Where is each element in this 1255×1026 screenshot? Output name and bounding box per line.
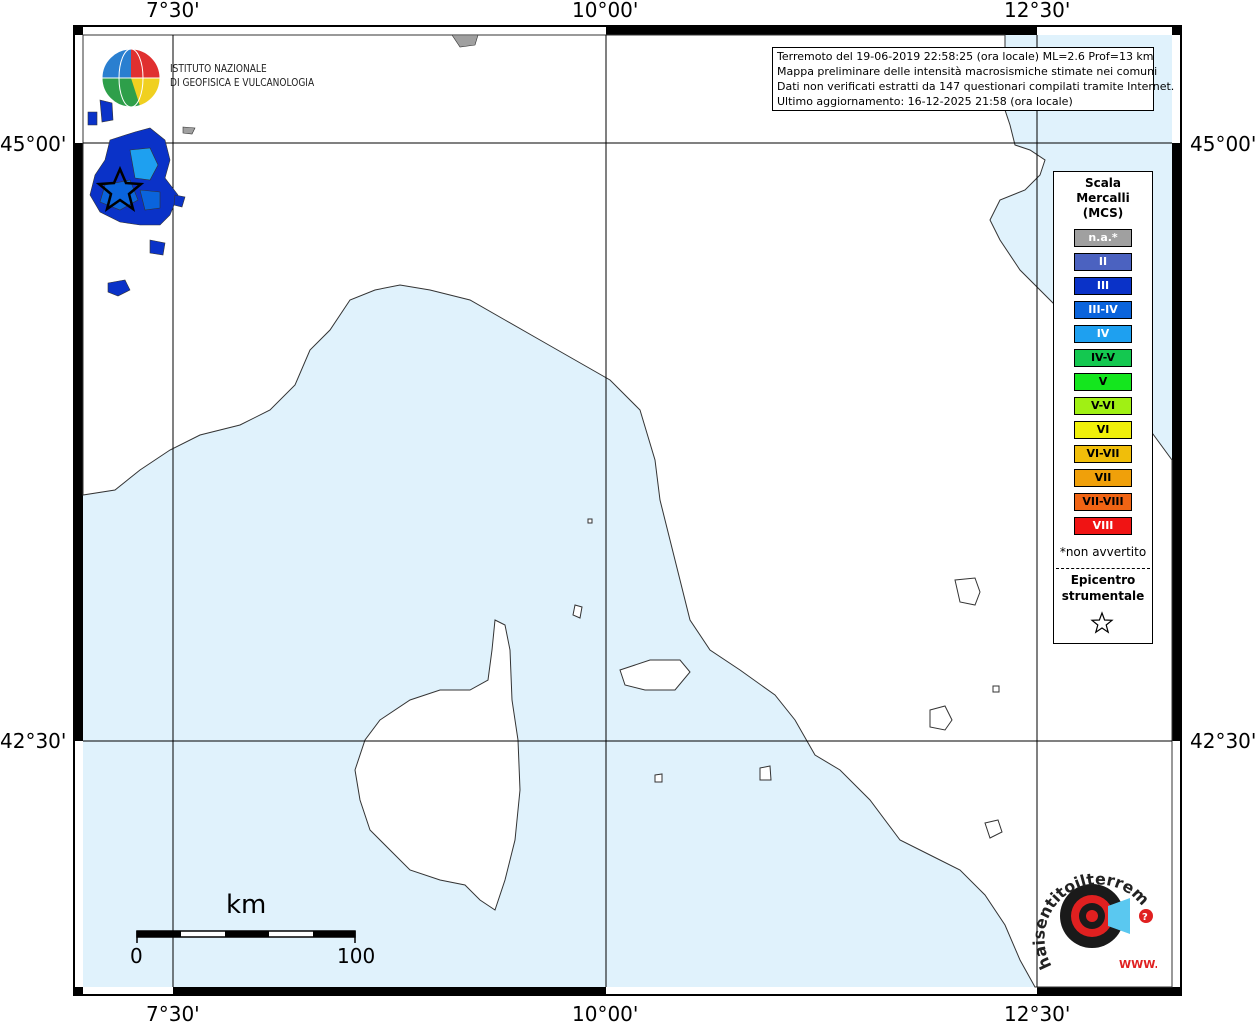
top-axis-label-1: 7°30' <box>146 0 200 22</box>
legend-swatch-0: n.a.* <box>1074 229 1132 247</box>
legend-swatch-5: IV-V <box>1074 349 1132 367</box>
top-axis-label-2: 10°00' <box>572 0 639 22</box>
legend-title: Scala Mercalli (MCS) <box>1054 176 1152 221</box>
legend-swatch-10: VII <box>1074 469 1132 487</box>
legend-swatch-9: VI-VII <box>1074 445 1132 463</box>
right-axis-label-2: 42°30' <box>1190 729 1255 753</box>
bottom-axis-label-2: 10°00' <box>572 1002 639 1026</box>
bottom-axis-label-1: 7°30' <box>146 1002 200 1026</box>
event-info-box: Terremoto del 19-06-2019 22:58:25 (ora l… <box>772 47 1175 111</box>
star-icon <box>1090 611 1114 634</box>
logo-line-2: DI GEOFISICA E VULCANOLOGIA <box>170 76 315 89</box>
legend-swatch-6: V <box>1074 373 1132 391</box>
left-axis-label-2: 42°30' <box>0 729 67 753</box>
ingv-logo-icon <box>101 48 161 108</box>
top-axis-label-3: 12°30' <box>1004 0 1071 22</box>
legend-note: *non avvertito <box>1059 545 1147 559</box>
legend-title-line-2: Mercalli <box>1076 191 1130 205</box>
legend-epicenter-line-2: strumentale <box>1061 589 1145 603</box>
info-line-4: Ultimo aggiornamento: 16-12-2025 21:58 (… <box>777 95 1073 108</box>
logo-line-1: ISTITUTO NAZIONALE <box>170 62 267 75</box>
legend-swatch-7: V-VI <box>1074 397 1132 415</box>
left-axis-label-1: 45°00' <box>0 132 67 156</box>
info-line-3: Dati non verificati estratti da 147 ques… <box>777 80 1175 93</box>
badge-arc-text: haisentitoilterremoto.it <box>1027 856 1153 972</box>
scale-bar-end: 100 <box>337 944 376 968</box>
legend-swatch-11: VII-VIII <box>1074 493 1132 511</box>
scale-bar-start: 0 <box>130 944 143 968</box>
legend-swatch-1: II <box>1074 253 1132 271</box>
legend-title-line-1: Scala <box>1084 176 1122 190</box>
legend-swatch-4: IV <box>1074 325 1132 343</box>
info-line-2: Mappa preliminare delle intensità macros… <box>777 65 1158 78</box>
right-axis-label-1: 45°00' <box>1190 132 1255 156</box>
badge-question-mark: ? <box>1142 912 1148 923</box>
legend-swatch-2: III <box>1074 277 1132 295</box>
legend-title-line-3: (MCS) <box>1082 206 1124 220</box>
scale-bar-unit: km <box>226 890 267 920</box>
legend-swatch-12: VIII <box>1074 517 1132 535</box>
intensity-legend: Scala Mercalli (MCS) n.a.* II III III-IV IV I… <box>1053 171 1153 644</box>
svg-text:haisentitoilterremoto.it: haisentitoilterremoto.it <box>1027 856 1153 972</box>
legend-epicenter-line-1: Epicentro <box>1070 573 1136 587</box>
legend-swatch-3: III-IV <box>1074 301 1132 319</box>
badge-www-text: WWW. <box>1119 958 1157 971</box>
info-line-1: Terremoto del 19-06-2019 22:58:25 (ora l… <box>777 50 1154 63</box>
bottom-axis-label-3: 12°30' <box>1004 1002 1071 1026</box>
haisentito-badge-text: haisentitoilterremoto.it WWW. ? <box>1027 856 1157 972</box>
ingv-logo-text: ISTITUTO NAZIONALE DI GEOFISICA E VULCAN… <box>170 62 314 90</box>
legend-epicenter-label: Epicentro strumentale <box>1054 572 1152 604</box>
macroseismic-map: 7°30' 10°00' 12°30' 7°30' 10°00' 12°30' … <box>0 0 1255 1026</box>
legend-swatch-8: VI <box>1074 421 1132 439</box>
legend-separator <box>1056 568 1150 569</box>
